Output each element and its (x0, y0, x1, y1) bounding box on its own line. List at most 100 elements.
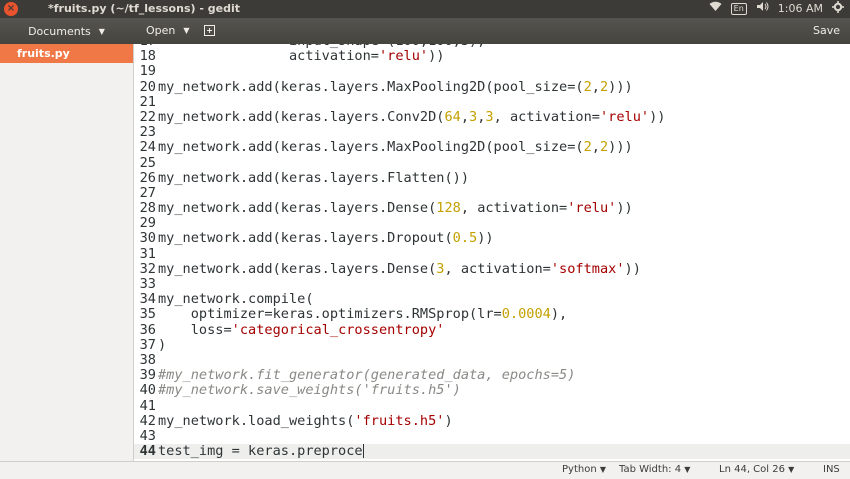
code-token: )) (428, 48, 445, 65)
code-line[interactable]: 39 #my_network.fit_generator(generated_da… (134, 367, 850, 384)
gear-icon[interactable] (832, 0, 844, 18)
keyboard-layout-indicator[interactable]: En (730, 3, 747, 15)
save-button[interactable]: Save (809, 22, 844, 39)
line-number: 23 (139, 124, 156, 141)
code-token: , activation= (460, 200, 568, 217)
line-number: 24 (139, 139, 156, 156)
text-cursor (362, 444, 364, 459)
code-line[interactable]: 43 (134, 427, 850, 444)
code-token: my_network.add(keras.layers.Dense( (158, 260, 437, 277)
line-number: 39 (139, 367, 156, 384)
volume-icon[interactable] (756, 1, 769, 17)
code-line[interactable]: 18 activation='relu')) (134, 48, 850, 65)
code-line[interactable]: 26 my_network.add(keras.layers.Flatten()) (134, 169, 850, 186)
code-line[interactable]: 22 my_network.add(keras.layers.Conv2D(64,… (134, 108, 850, 125)
new-document-button[interactable] (200, 22, 218, 39)
code-editor[interactable]: 17 input_shape=(100,100,3),18 activation… (134, 44, 850, 461)
line-code: test_img = keras.preproce (158, 443, 364, 460)
code-token: my_network.add(keras.layers.MaxPooling2D… (158, 139, 584, 156)
code-token: my_network.load_weights( (158, 412, 355, 429)
code-token: 2 (583, 139, 592, 156)
open-button[interactable]: Open ▼ (140, 22, 196, 39)
line-number: 37 (139, 336, 156, 353)
code-line[interactable]: 36 loss='categorical_crossentropy' (134, 321, 850, 338)
code-line[interactable]: 35 optimizer=keras.optimizers.RMSprop(lr… (134, 307, 850, 322)
code-token: my_network.add(keras.layers.Flatten()) (158, 169, 469, 186)
line-number: 44 (139, 443, 156, 460)
chevron-down-icon: ▼ (98, 26, 105, 36)
line-code: activation='relu')) (158, 48, 445, 65)
status-bar: Python ▼ Tab Width: 4 ▼ Ln 44, Col 26 ▼ … (0, 461, 850, 479)
close-window-button[interactable]: × (4, 2, 18, 16)
code-token: 3 (469, 108, 478, 125)
clock[interactable]: 1:06 AM (778, 1, 823, 17)
line-number: 41 (139, 397, 156, 414)
code-token: , activation= (444, 260, 551, 277)
line-number: 29 (139, 215, 156, 232)
documents-dropdown[interactable]: Documents ▼ (0, 18, 133, 44)
language-selector[interactable]: Python ▼ (562, 464, 606, 475)
code-token: test_img = keras.preproce (158, 443, 363, 460)
toolbar: Documents ▼ Open ▼ Save (0, 18, 850, 44)
code-token: 0.5 (452, 230, 478, 247)
line-number: 25 (139, 154, 156, 171)
code-line[interactable]: 38 (134, 351, 850, 368)
sidebar-item-fruits-py[interactable]: fruits.py (0, 44, 133, 63)
code-token: 'relu' (378, 48, 429, 65)
line-code: my_network.compile( (158, 292, 314, 307)
code-token: 3 (485, 108, 494, 125)
code-token: ))) (608, 139, 633, 156)
line-number: 21 (139, 93, 156, 110)
code-token: 128 (436, 200, 461, 217)
code-line[interactable]: 42 my_network.load_weights('fruits.h5') (134, 412, 850, 429)
code-line[interactable]: 34 my_network.compile( (134, 291, 850, 307)
insert-mode-indicator[interactable]: INS (823, 464, 840, 475)
chevron-down-icon: ▼ (183, 26, 190, 35)
code-token: )) (649, 108, 666, 125)
code-line[interactable]: 27 (134, 185, 850, 201)
code-token: 0.0004 (501, 306, 551, 323)
line-number: 43 (139, 427, 156, 444)
line-code: #my_network.save_weights('fruits.h5') (158, 383, 461, 398)
documents-label: Documents (28, 24, 91, 38)
code-line[interactable]: 24 my_network.add(keras.layers.MaxPooling… (134, 140, 850, 155)
code-line[interactable]: 20 my_network.add(keras.layers.MaxPooling… (134, 78, 850, 95)
line-code: my_network.add(keras.layers.Dense(3, act… (158, 260, 641, 277)
line-number: 38 (139, 351, 156, 368)
code-line[interactable]: 19 (134, 64, 850, 79)
code-line[interactable]: 32 my_network.add(keras.layers.Dense(3, a… (134, 260, 850, 277)
line-number: 19 (139, 63, 156, 80)
code-line[interactable]: 28 my_network.add(keras.layers.Dense(128,… (134, 200, 850, 217)
code-token: 'softmax' (550, 260, 625, 277)
line-code: #my_network.fit_generator(generated_data… (158, 368, 575, 383)
wifi-icon[interactable] (709, 1, 722, 17)
line-number: 26 (139, 169, 156, 186)
line-code: my_network.add(keras.layers.MaxPooling2D… (158, 78, 633, 95)
line-code: my_network.load_weights('fruits.h5') (158, 412, 453, 429)
code-line[interactable]: 25 (134, 154, 850, 171)
code-line[interactable]: 30 my_network.add(keras.layers.Dropout(0.… (134, 231, 850, 246)
window-title: *fruits.py (~/tf_lessons) - gedit (48, 2, 240, 15)
line-number: 36 (139, 321, 156, 338)
line-number: 28 (139, 200, 156, 217)
open-label: Open (146, 24, 176, 37)
cursor-position: Ln 44, Col 26 ▼ (719, 464, 795, 475)
documents-sidebar: fruits.py (0, 44, 134, 461)
line-number: 31 (139, 245, 156, 262)
code-line[interactable]: 31 (134, 245, 850, 262)
code-line[interactable]: 33 (134, 276, 850, 292)
code-token: my_network.add(keras.layers.Dropout( (158, 230, 453, 247)
tab-width-selector[interactable]: Tab Width: 4 ▼ (619, 464, 690, 475)
code-token: ) (444, 412, 453, 429)
code-line[interactable]: 23 (134, 124, 850, 141)
code-line[interactable]: 21 (134, 93, 850, 110)
code-token: , (591, 78, 600, 95)
code-token: 2 (583, 78, 592, 95)
code-line[interactable]: 41 (134, 397, 850, 414)
code-line[interactable]: 29 (134, 216, 850, 231)
code-line[interactable]: 37) (134, 336, 850, 353)
code-line[interactable]: 40 #my_network.save_weights('fruits.h5') (134, 383, 850, 398)
code-token: my_network.add(keras.layers.MaxPooling2D… (158, 78, 584, 95)
code-token: ), (550, 306, 568, 323)
current-code-line[interactable]: 44 test_img = keras.preproce (134, 443, 850, 460)
